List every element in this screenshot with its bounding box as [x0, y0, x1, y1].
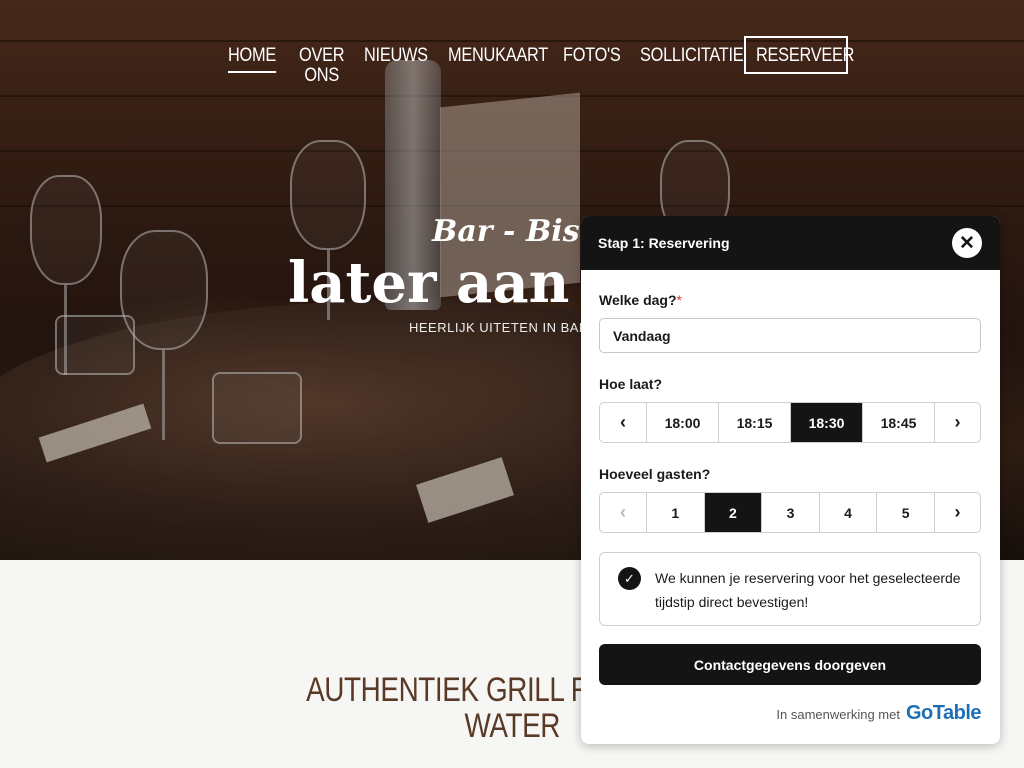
day-select[interactable]: Vandaag	[599, 318, 981, 353]
guests-picker: ‹ 1 2 3 4 5 ›	[599, 492, 981, 533]
nav-nieuws[interactable]: NIEUWS	[364, 46, 428, 66]
submit-contact-button[interactable]: Contactgegevens doorgeven	[599, 644, 981, 685]
guests-option[interactable]: 3	[761, 493, 819, 532]
gotable-logo[interactable]: GoTable	[906, 702, 982, 725]
guests-option[interactable]: 4	[818, 493, 877, 532]
nav-home[interactable]: HOME	[228, 46, 276, 73]
notice-text: We kunnen je reservering voor het gesele…	[655, 570, 961, 610]
time-option[interactable]: 18:45	[862, 403, 934, 442]
nav-reserveer-button[interactable]: RESERVEER	[744, 36, 854, 74]
guests-option-selected[interactable]: 2	[703, 493, 762, 532]
nav-reserveer-label: RESERVEER	[756, 45, 855, 66]
guests-option[interactable]: 1	[646, 493, 704, 532]
reservation-widget: Stap 1: Reservering ✕ Welke dag?* Vandaa…	[581, 216, 1000, 744]
day-label-text: Welke dag?	[599, 292, 677, 308]
nav-over-ons-line2: ONS	[304, 65, 339, 86]
nav-over-ons-line1: OVER	[299, 45, 345, 66]
nav-fotos[interactable]: FOTO'S	[563, 46, 621, 66]
headline-line2: WATER	[464, 707, 560, 745]
nav-over-ons[interactable]: OVER ONS	[299, 45, 345, 86]
time-picker: ‹ 18:00 18:15 18:30 18:45 ›	[599, 402, 981, 443]
time-prev-icon[interactable]: ‹	[600, 403, 646, 442]
guests-next-icon[interactable]: ›	[933, 493, 980, 532]
time-label: Hoe laat?	[599, 376, 663, 392]
availability-notice: ✓ We kunnen je reservering voor het gese…	[599, 552, 981, 626]
widget-header: Stap 1: Reservering	[581, 216, 1000, 270]
guests-prev-icon[interactable]: ‹	[600, 493, 646, 532]
close-icon[interactable]: ✕	[952, 228, 982, 258]
guests-option[interactable]: 5	[876, 493, 934, 532]
time-option[interactable]: 18:15	[718, 403, 790, 442]
nav-sollicitatie[interactable]: SOLLICITATIE	[640, 46, 744, 66]
time-option-selected[interactable]: 18:30	[790, 403, 862, 442]
powered-by-text: In samenwerking met	[776, 707, 900, 722]
step-title: Stap 1: Reservering	[598, 235, 730, 251]
check-icon: ✓	[618, 567, 641, 590]
time-option[interactable]: 18:00	[646, 403, 718, 442]
day-select-value: Vandaag	[613, 327, 671, 344]
nav-menukaart[interactable]: MENUKAART	[448, 46, 548, 66]
time-next-icon[interactable]: ›	[934, 403, 980, 442]
guests-label: Hoeveel gasten?	[599, 466, 711, 482]
required-mark: *	[676, 292, 682, 308]
powered-by: In samenwerking met GoTable	[776, 702, 981, 725]
day-label: Welke dag?*	[599, 292, 682, 308]
